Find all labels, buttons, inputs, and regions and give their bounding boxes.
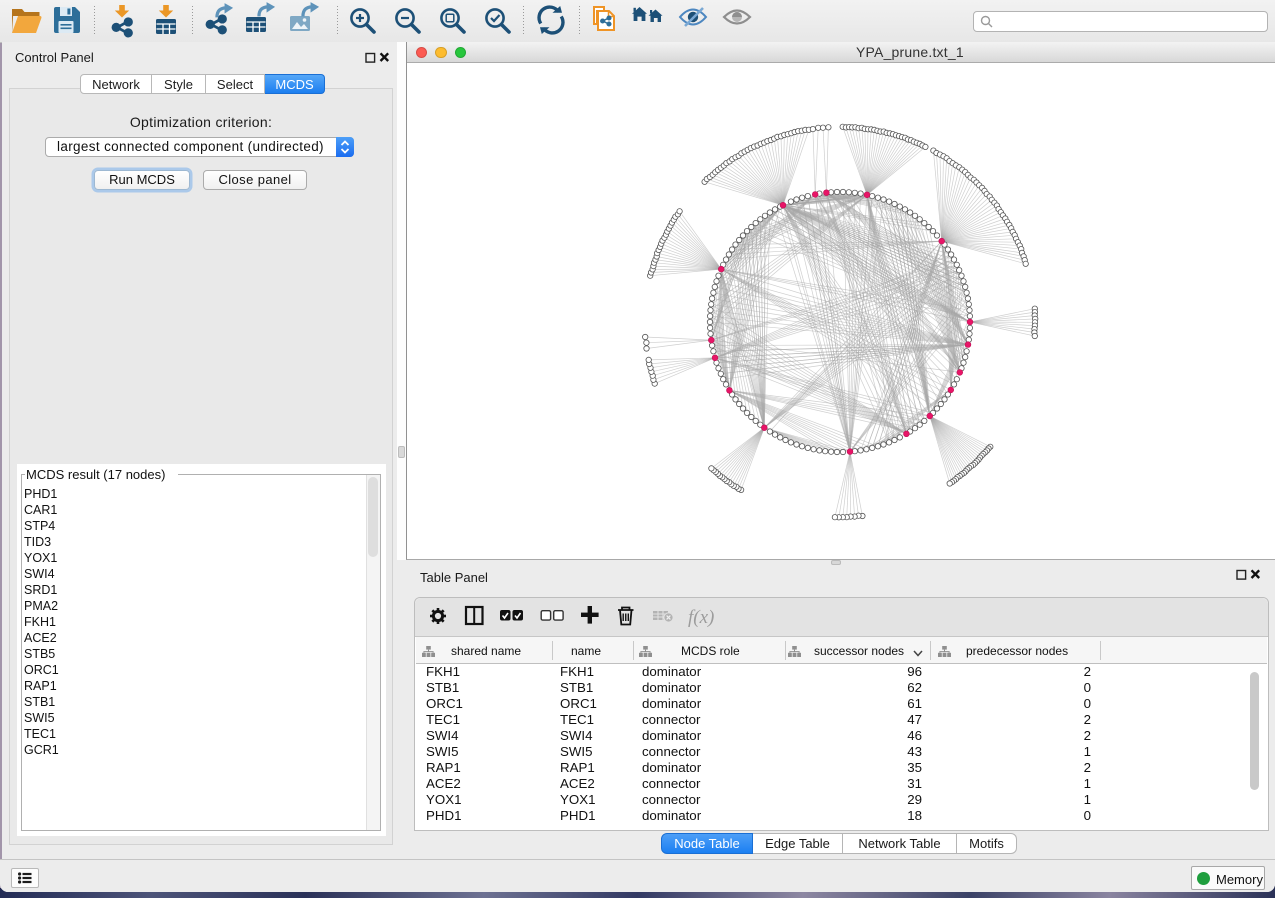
svg-text:f(x): f(x): [688, 607, 714, 628]
